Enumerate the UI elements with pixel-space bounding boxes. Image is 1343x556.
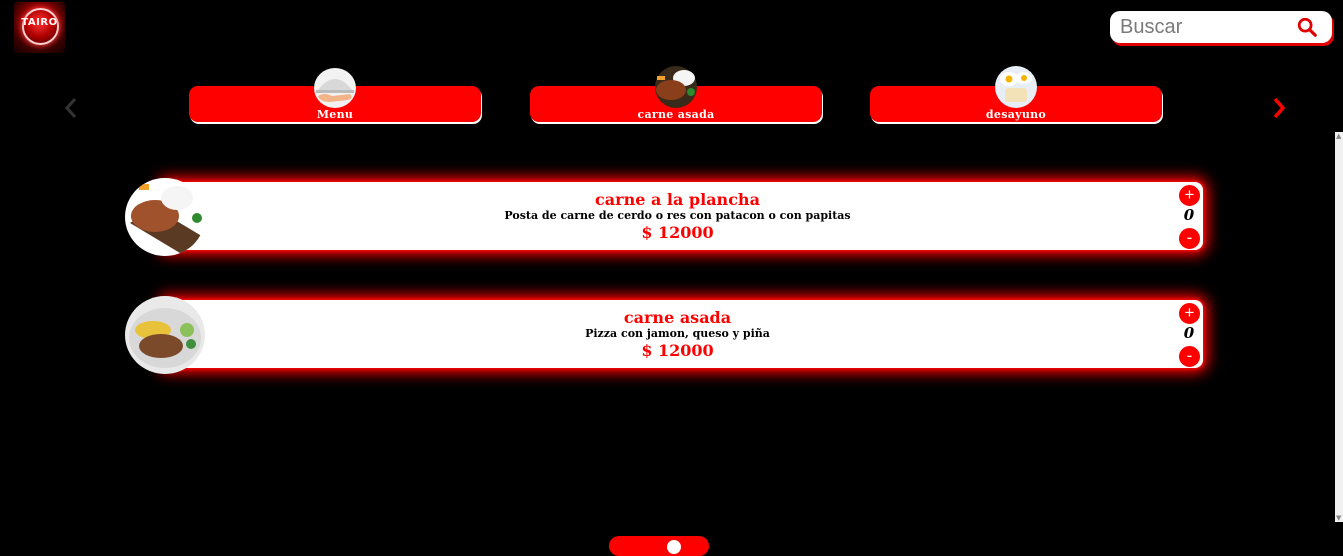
- search-icon[interactable]: [1296, 16, 1318, 38]
- decrease-quantity-button[interactable]: -: [1178, 345, 1201, 368]
- product-name: carne asada: [623, 308, 732, 327]
- product-name: carne a la plancha: [595, 190, 760, 209]
- quantity-value: 0: [1183, 206, 1195, 224]
- increase-quantity-button[interactable]: +: [1178, 302, 1201, 325]
- decrease-quantity-button[interactable]: -: [1178, 227, 1201, 250]
- cart-icon: [667, 540, 681, 554]
- quantity-value: 0: [1183, 324, 1195, 342]
- category-label: Menu: [316, 108, 354, 121]
- product-price: $ 12000: [641, 223, 714, 242]
- scroll-down-icon[interactable]: ▼: [1336, 514, 1341, 522]
- restaurant-logo[interactable]: TAIRO: [14, 2, 65, 53]
- carousel-next-chevron-icon[interactable]: [1268, 94, 1290, 122]
- category-desayuno[interactable]: desayuno: [870, 66, 1162, 122]
- category-label: desayuno: [985, 108, 1047, 121]
- product-description: Pizza con jamon, queso y piña: [585, 327, 770, 340]
- increase-quantity-button[interactable]: +: [1178, 184, 1201, 207]
- logo-text: TAIRO: [21, 17, 58, 28]
- breakfast-eggs-icon: [995, 66, 1037, 108]
- category-label: carne asada: [637, 108, 715, 121]
- carousel-prev-chevron-icon[interactable]: [60, 94, 82, 122]
- scrollbar[interactable]: ▲ ▼: [1335, 132, 1343, 522]
- cloche-icon: [314, 68, 356, 108]
- product-card: carne asada Pizza con jamon, queso y piñ…: [125, 296, 1203, 374]
- cart-button[interactable]: [609, 536, 709, 556]
- scroll-up-icon[interactable]: ▲: [1336, 132, 1341, 140]
- search-box: [1110, 11, 1332, 43]
- grilled-meat-icon: [655, 66, 697, 108]
- search-input[interactable]: [1120, 13, 1280, 41]
- product-price: $ 12000: [641, 341, 714, 360]
- category-menu[interactable]: Menu: [189, 68, 481, 122]
- product-card: carne a la plancha Posta de carne de cer…: [125, 178, 1203, 256]
- category-carne-asada[interactable]: carne asada: [530, 66, 822, 122]
- product-description: Posta de carne de cerdo o res con pataco…: [504, 209, 851, 222]
